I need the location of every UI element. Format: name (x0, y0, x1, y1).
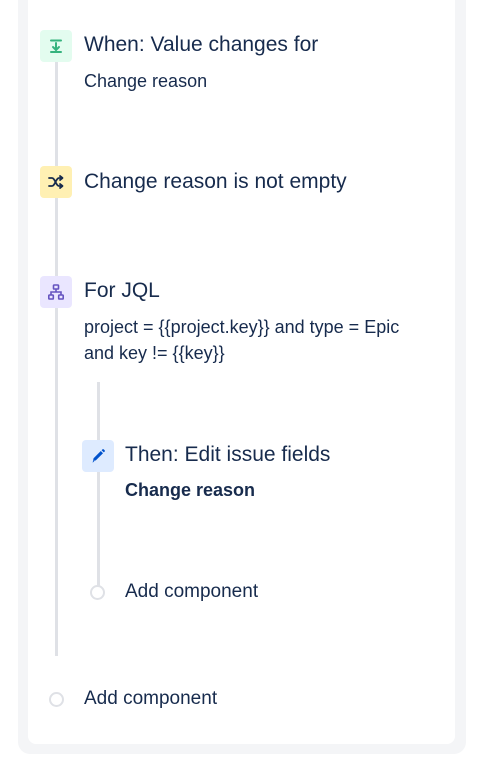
main-connector-line (55, 60, 58, 656)
trigger-field: Change reason (84, 71, 208, 91)
rule-canvas-backdrop: When: Value changes for Change reason Ch… (18, 0, 466, 754)
action-title: Then: Edit issue fields (125, 443, 331, 466)
branch-title: For JQL (84, 279, 160, 302)
branch-add-component-label[interactable]: Add component (125, 580, 258, 604)
add-dot-icon (49, 692, 64, 707)
pencil-icon (92, 449, 105, 463)
download-arrow-icon (50, 39, 62, 53)
branch-add-dot-icon (90, 585, 105, 600)
condition-icon-box (40, 166, 72, 198)
hierarchy-icon (48, 284, 64, 300)
rule-card: When: Value changes for Change reason Ch… (28, 0, 455, 744)
branch-connector-line (97, 382, 100, 586)
action-icon-box (82, 440, 114, 472)
trigger-title: When: Value changes for (84, 33, 319, 56)
branch-icon-box (40, 276, 72, 308)
add-component-label[interactable]: Add component (84, 687, 217, 711)
trigger-icon-box (40, 30, 72, 62)
action-field: Change reason (125, 480, 256, 500)
condition-title: Change reason is not empty (84, 170, 347, 193)
shuffle-icon (48, 175, 64, 189)
branch-jql-query: project = {{project.key}} and type = Epi… (84, 317, 400, 363)
